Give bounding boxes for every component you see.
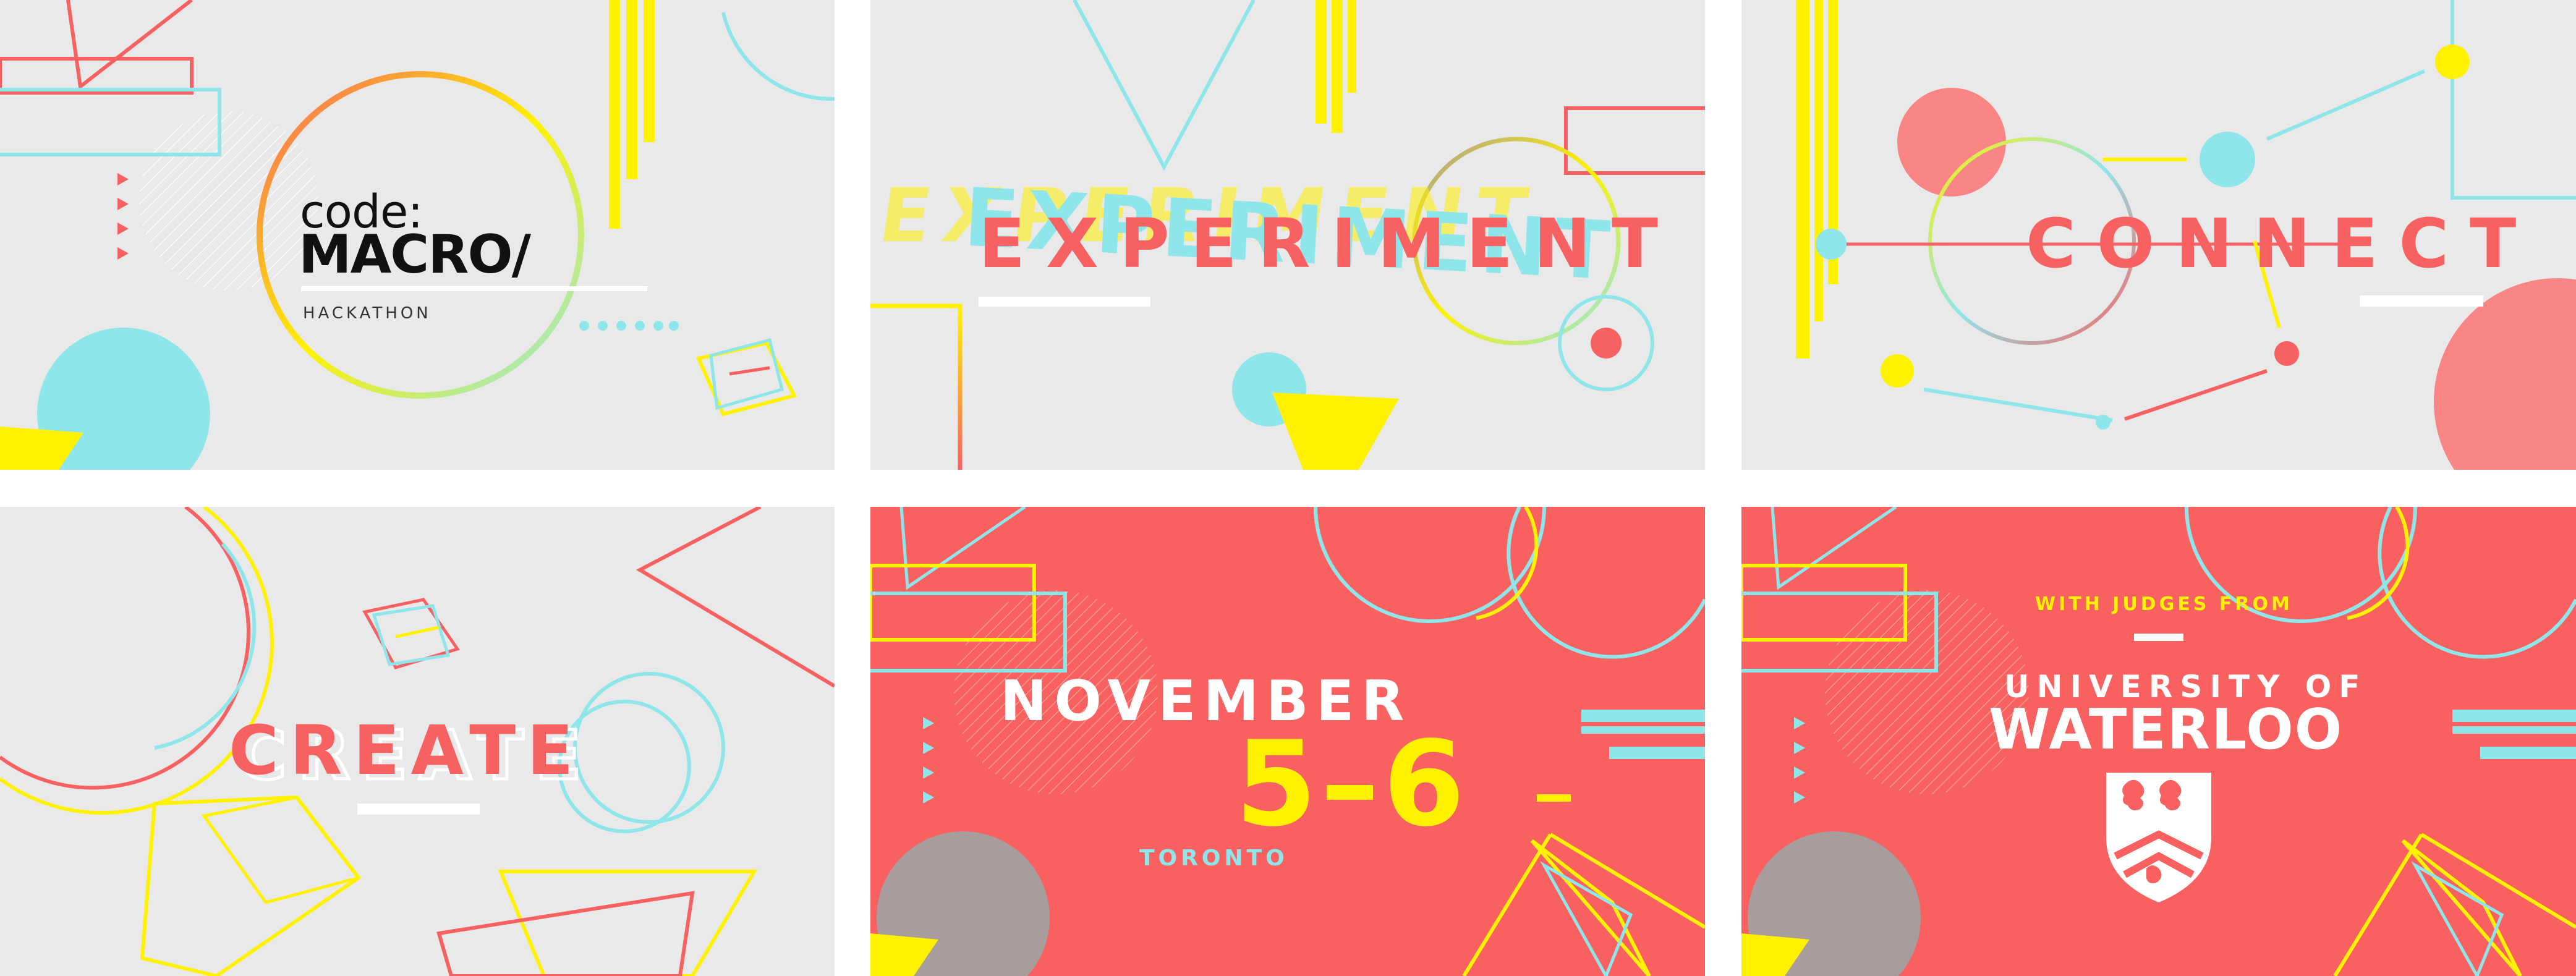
word-connect: CONNECT [2026, 204, 2538, 283]
university-crest-icon [2106, 773, 2211, 902]
word-create: CREATE [229, 711, 585, 790]
panel-connect: CONNECT [1741, 0, 2576, 470]
panel-date: NOVEMBER 5–6 TORONTO [870, 507, 1705, 976]
logo-subtitle: HACKATHON [303, 304, 431, 323]
date-days: 5–6 [1235, 716, 1469, 852]
judges-intro: WITH JUDGES FROM [2035, 593, 2293, 615]
panel-experiment: EXPERIMENT EXPERIMENT EXPERIMENT [870, 0, 1705, 470]
panel-logo: code: MACRO/ HACKATHON [0, 0, 835, 470]
date-city: TORONTO [1139, 846, 1288, 871]
university-line2: WATERLOO [1989, 697, 2344, 762]
logo-title: MACRO/ [299, 224, 531, 286]
panel-judges: WITH JUDGES FROM UNIVERSITY OF WATERLOO [1741, 507, 2576, 976]
word-experiment: EXPERIMENT [979, 204, 1680, 283]
panel-create: CREATE CREATE [0, 507, 835, 976]
